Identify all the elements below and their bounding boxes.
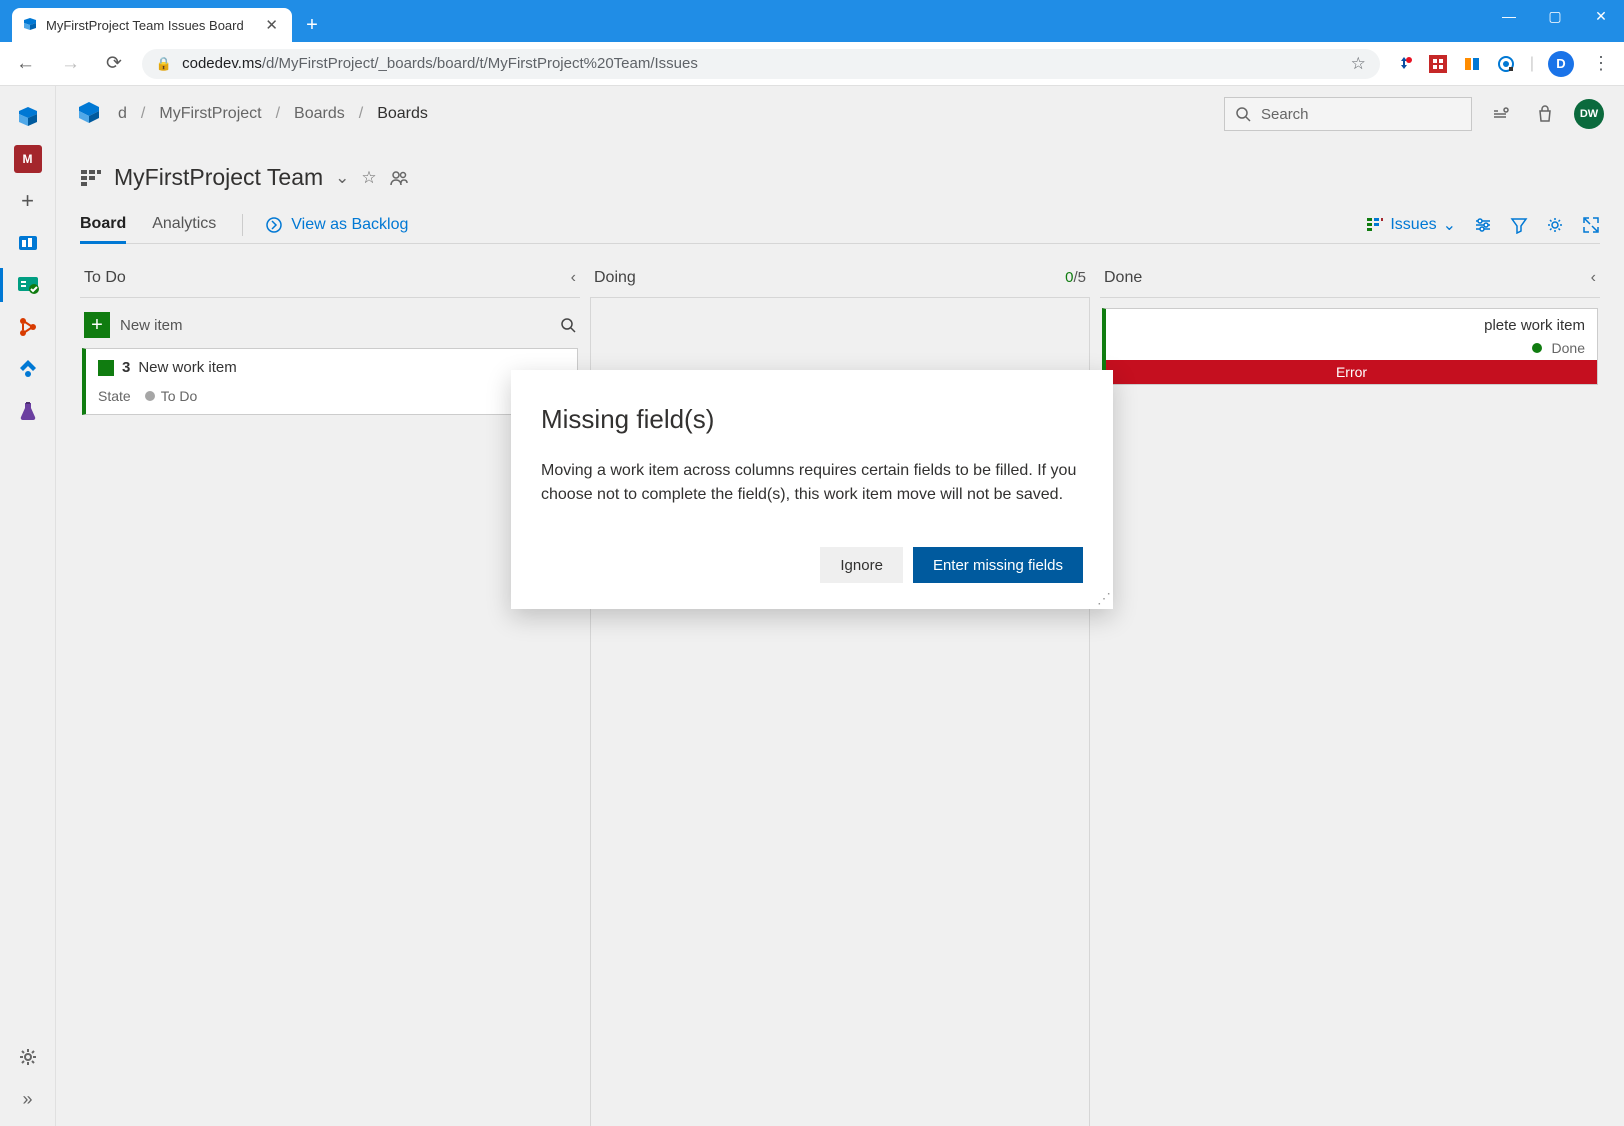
enter-missing-fields-button[interactable]: Enter missing fields	[913, 547, 1083, 583]
dialog-title: Missing field(s)	[541, 404, 1083, 435]
window-title-bar: MyFirstProject Team Issues Board ✕ + — ▢…	[0, 0, 1624, 42]
window-controls: — ▢ ✕	[1486, 0, 1624, 32]
new-tab-button[interactable]: +	[298, 11, 326, 39]
browser-tab[interactable]: MyFirstProject Team Issues Board ✕	[12, 8, 292, 42]
window-minimize[interactable]: —	[1486, 0, 1532, 32]
ignore-button[interactable]: Ignore	[820, 547, 903, 583]
url-host: codedev.ms	[182, 55, 262, 72]
tab-strip: MyFirstProject Team Issues Board ✕ +	[0, 0, 326, 42]
tab-close-icon[interactable]: ✕	[261, 14, 282, 36]
window-close[interactable]: ✕	[1578, 0, 1624, 32]
window-maximize[interactable]: ▢	[1532, 0, 1578, 32]
nav-forward-icon[interactable]: →	[55, 47, 86, 81]
ext-icon-4[interactable]	[1496, 54, 1516, 74]
tab-favicon	[22, 17, 38, 33]
url-input[interactable]: 🔒 codedev.ms/d/MyFirstProject/_boards/bo…	[142, 49, 1380, 79]
dialog-actions: Ignore Enter missing fields	[541, 547, 1083, 583]
missing-fields-dialog: Missing field(s) Moving a work item acro…	[511, 370, 1113, 609]
extension-icons	[1394, 54, 1516, 74]
lock-icon: 🔒	[156, 56, 172, 72]
ext-icon-2[interactable]	[1428, 54, 1448, 74]
resize-grip-icon[interactable]: ⋰	[1097, 590, 1111, 607]
ext-icon-3[interactable]	[1462, 54, 1482, 74]
dialog-body: Moving a work item across columns requir…	[541, 459, 1083, 507]
nav-reload-icon[interactable]: ⟳	[100, 46, 128, 81]
bookmark-star-icon[interactable]: ☆	[1351, 54, 1366, 74]
nav-back-icon[interactable]: ←	[10, 47, 41, 81]
url-bar: ← → ⟳ 🔒 codedev.ms/d/MyFirstProject/_boa…	[0, 42, 1624, 86]
modal-backdrop: Missing field(s) Moving a work item acro…	[0, 86, 1624, 1126]
ext-icon-1[interactable]	[1394, 54, 1414, 74]
tab-title: MyFirstProject Team Issues Board	[46, 18, 253, 33]
browser-menu-icon[interactable]: ⋮	[1588, 49, 1614, 78]
url-path: /d/MyFirstProject/_boards/board/t/MyFirs…	[262, 55, 698, 72]
profile-avatar[interactable]: D	[1548, 51, 1574, 77]
